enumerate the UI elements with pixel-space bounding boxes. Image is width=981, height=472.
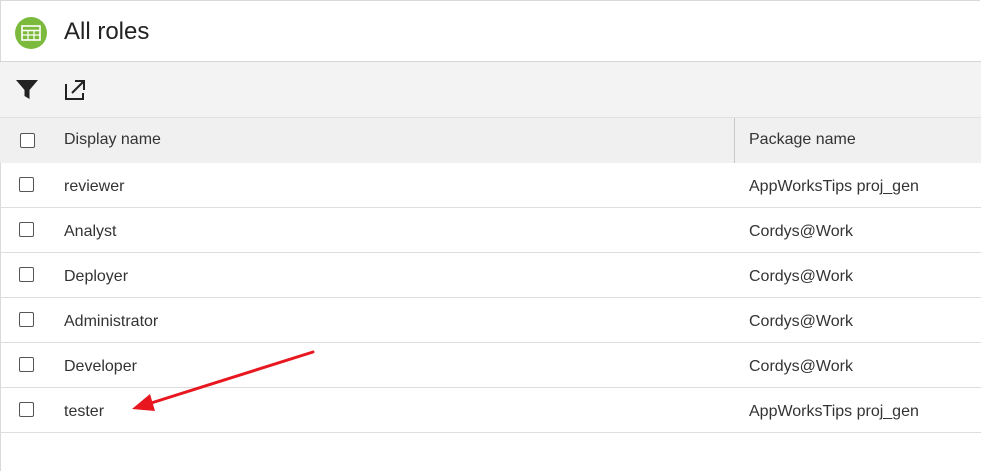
table-row[interactable]: Administrator Cordys@Work xyxy=(0,298,981,343)
column-header-package-name[interactable]: Package name xyxy=(749,118,856,163)
display-name-cell: Developer xyxy=(64,358,137,375)
package-name-cell: AppWorksTips proj_gen xyxy=(749,403,919,420)
display-name-cell: reviewer xyxy=(64,178,125,195)
column-header-display-name[interactable]: Display name xyxy=(64,118,161,163)
package-name-cell: Cordys@Work xyxy=(749,223,853,240)
display-name-cell: Administrator xyxy=(64,313,159,330)
row-checkbox[interactable] xyxy=(19,177,34,192)
column-resize-handle[interactable] xyxy=(734,118,735,163)
toolbar xyxy=(0,62,981,118)
package-name-cell: AppWorksTips proj_gen xyxy=(749,178,919,195)
row-checkbox[interactable] xyxy=(19,222,34,237)
row-checkbox[interactable] xyxy=(19,267,34,282)
table-row[interactable]: Developer Cordys@Work xyxy=(0,343,981,388)
row-checkbox[interactable] xyxy=(19,312,34,327)
table-header: Display name Package name xyxy=(0,118,981,163)
table-row[interactable]: reviewer AppWorksTips proj_gen xyxy=(0,163,981,208)
display-name-cell: Deployer xyxy=(64,268,129,285)
display-name-cell: Analyst xyxy=(64,223,117,240)
table-row[interactable]: tester AppWorksTips proj_gen xyxy=(0,388,981,433)
row-checkbox[interactable] xyxy=(19,357,34,372)
open-external-button[interactable] xyxy=(61,76,89,104)
page-header: All roles xyxy=(0,0,981,62)
page-title: All roles xyxy=(64,18,150,45)
filter-icon xyxy=(16,80,38,99)
table-row[interactable]: Analyst Cordys@Work xyxy=(0,208,981,253)
table-icon xyxy=(15,17,47,49)
filter-button[interactable] xyxy=(13,76,41,104)
table-body: reviewer AppWorksTips proj_gen Analyst C… xyxy=(0,163,981,433)
table-row[interactable]: Deployer Cordys@Work xyxy=(0,253,981,298)
package-name-cell: Cordys@Work xyxy=(749,268,853,285)
package-name-cell: Cordys@Work xyxy=(749,313,853,330)
select-all-checkbox[interactable] xyxy=(20,133,35,148)
row-checkbox[interactable] xyxy=(19,402,34,417)
display-name-cell: tester xyxy=(64,403,105,420)
package-name-cell: Cordys@Work xyxy=(749,358,853,375)
open-external-icon xyxy=(65,80,85,100)
